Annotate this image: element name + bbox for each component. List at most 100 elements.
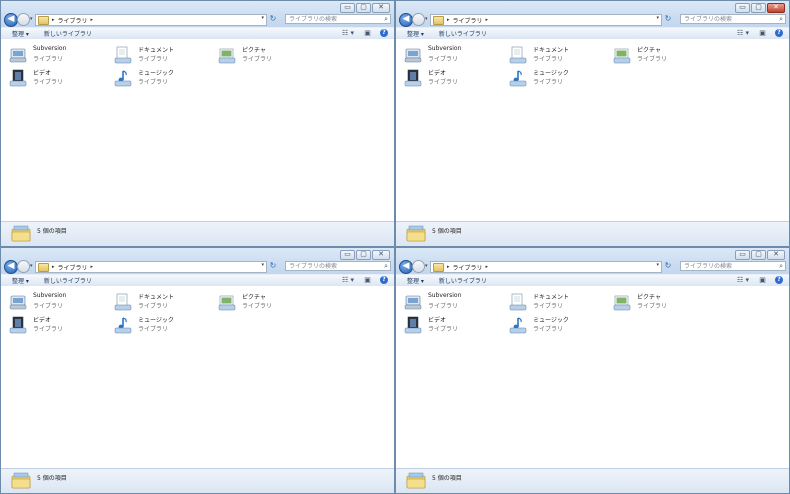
recent-pages-dropdown[interactable]: ▾	[425, 16, 428, 22]
minimize-button[interactable]: ▭	[340, 250, 355, 260]
library-item[interactable]: ピクチャ ライブラリ	[210, 44, 310, 66]
back-button[interactable]: ◀	[4, 13, 18, 27]
search-icon[interactable]: ⌕	[384, 15, 388, 24]
back-button[interactable]: ◀	[399, 260, 413, 274]
library-item[interactable]: ピクチャ ライブラリ	[605, 291, 705, 313]
forward-button[interactable]	[412, 13, 425, 26]
maximize-button[interactable]: ▢	[751, 3, 766, 13]
library-item[interactable]: ピクチャ ライブラリ	[210, 291, 310, 313]
refresh-button[interactable]: ↻	[664, 261, 672, 271]
library-item[interactable]: ビデオ ライブラリ	[396, 67, 496, 89]
organize-button[interactable]: 整理 ▾	[1, 276, 33, 285]
back-button[interactable]: ◀	[399, 13, 413, 27]
library-item[interactable]: ドキュメント ライブラリ	[501, 291, 601, 313]
change-view-icon[interactable]: ☷ ▾	[736, 276, 750, 284]
organize-button[interactable]: 整理 ▾	[1, 29, 33, 38]
library-item[interactable]: ビデオ ライブラリ	[396, 314, 496, 336]
refresh-button[interactable]: ↻	[269, 261, 277, 271]
library-item[interactable]: Subversion ライブラリ	[396, 44, 496, 66]
maximize-button[interactable]: ▢	[356, 250, 371, 260]
organize-button[interactable]: 整理 ▾	[396, 29, 428, 38]
search-input[interactable]: ライブラリの検索 ⌕	[285, 14, 391, 24]
maximize-button[interactable]: ▢	[356, 3, 371, 13]
maximize-button[interactable]: ▢	[751, 250, 766, 260]
address-bar[interactable]: ▸ ライブラリ ▸ ▾	[35, 14, 267, 26]
search-input[interactable]: ライブラリの検索 ⌕	[680, 261, 786, 271]
change-view-icon[interactable]: ☷ ▾	[736, 29, 750, 37]
library-item[interactable]: ドキュメント ライブラリ	[106, 44, 206, 66]
preview-pane-icon[interactable]: ▣	[363, 276, 372, 284]
preview-pane-icon[interactable]: ▣	[758, 29, 767, 37]
new-library-button[interactable]: 新しいライブラリ	[428, 29, 491, 38]
library-item[interactable]: ビデオ ライブラリ	[1, 314, 101, 336]
breadcrumb-separator-icon[interactable]: ▸	[447, 17, 450, 23]
preview-pane-icon[interactable]: ▣	[363, 29, 372, 37]
new-library-button[interactable]: 新しいライブラリ	[33, 276, 96, 285]
minimize-button[interactable]: ▭	[735, 3, 750, 13]
breadcrumb-chevron-icon[interactable]: ▸	[486, 264, 489, 270]
change-view-icon[interactable]: ☷ ▾	[341, 276, 355, 284]
breadcrumb-chevron-icon[interactable]: ▸	[91, 17, 94, 23]
library-item[interactable]: ドキュメント ライブラリ	[106, 291, 206, 313]
breadcrumb-separator-icon[interactable]: ▸	[52, 264, 55, 270]
view-controls: ☷ ▾ ▣ ?	[736, 29, 783, 37]
forward-button[interactable]	[17, 260, 30, 273]
address-dropdown-icon[interactable]: ▾	[261, 262, 264, 268]
library-item[interactable]: ビデオ ライブラリ	[1, 67, 101, 89]
new-library-button[interactable]: 新しいライブラリ	[428, 276, 491, 285]
change-view-icon[interactable]: ☷ ▾	[341, 29, 355, 37]
library-item[interactable]: ミュージック ライブラリ	[501, 67, 601, 89]
close-button[interactable]: ✕	[767, 3, 785, 13]
breadcrumb-libraries[interactable]: ライブラリ	[58, 16, 88, 25]
music-library-icon	[509, 317, 527, 334]
breadcrumb-separator-icon[interactable]: ▸	[447, 264, 450, 270]
search-icon[interactable]: ⌕	[384, 262, 388, 271]
search-icon[interactable]: ⌕	[779, 15, 783, 24]
breadcrumb-libraries[interactable]: ライブラリ	[58, 263, 88, 272]
recent-pages-dropdown[interactable]: ▾	[425, 263, 428, 269]
close-button[interactable]: ✕	[767, 250, 785, 260]
library-item[interactable]: Subversion ライブラリ	[1, 44, 101, 66]
close-button[interactable]: ✕	[372, 250, 390, 260]
address-dropdown-icon[interactable]: ▾	[656, 15, 659, 21]
breadcrumb-libraries[interactable]: ライブラリ	[453, 263, 483, 272]
address-dropdown-icon[interactable]: ▾	[656, 262, 659, 268]
breadcrumb-separator-icon[interactable]: ▸	[52, 17, 55, 23]
library-item[interactable]: ミュージック ライブラリ	[501, 314, 601, 336]
minimize-button[interactable]: ▭	[735, 250, 750, 260]
library-item[interactable]: Subversion ライブラリ	[1, 291, 101, 313]
library-item[interactable]: ドキュメント ライブラリ	[501, 44, 601, 66]
breadcrumb-chevron-icon[interactable]: ▸	[486, 17, 489, 23]
minimize-button[interactable]: ▭	[340, 3, 355, 13]
help-icon[interactable]: ?	[775, 29, 783, 37]
back-button[interactable]: ◀	[4, 260, 18, 274]
preview-pane-icon[interactable]: ▣	[758, 276, 767, 284]
recent-pages-dropdown[interactable]: ▾	[30, 16, 33, 22]
forward-button[interactable]	[412, 260, 425, 273]
address-bar[interactable]: ▸ ライブラリ ▸ ▾	[35, 261, 267, 273]
search-icon[interactable]: ⌕	[779, 262, 783, 271]
refresh-button[interactable]: ↻	[269, 14, 277, 24]
address-bar[interactable]: ▸ ライブラリ ▸ ▾	[430, 14, 662, 26]
breadcrumb-libraries[interactable]: ライブラリ	[453, 16, 483, 25]
library-item[interactable]: ミュージック ライブラリ	[106, 314, 206, 336]
library-item[interactable]: Subversion ライブラリ	[396, 291, 496, 313]
library-name: ドキュメント	[533, 47, 570, 54]
refresh-button[interactable]: ↻	[664, 14, 672, 24]
search-input[interactable]: ライブラリの検索 ⌕	[680, 14, 786, 24]
address-dropdown-icon[interactable]: ▾	[261, 15, 264, 21]
breadcrumb-chevron-icon[interactable]: ▸	[91, 264, 94, 270]
search-placeholder: ライブラリの検索	[289, 263, 338, 270]
recent-pages-dropdown[interactable]: ▾	[30, 263, 33, 269]
close-button[interactable]: ✕	[372, 3, 390, 13]
search-input[interactable]: ライブラリの検索 ⌕	[285, 261, 391, 271]
library-item[interactable]: ピクチャ ライブラリ	[605, 44, 705, 66]
forward-button[interactable]	[17, 13, 30, 26]
library-item[interactable]: ミュージック ライブラリ	[106, 67, 206, 89]
help-icon[interactable]: ?	[380, 276, 388, 284]
help-icon[interactable]: ?	[775, 276, 783, 284]
help-icon[interactable]: ?	[380, 29, 388, 37]
address-bar[interactable]: ▸ ライブラリ ▸ ▾	[430, 261, 662, 273]
new-library-button[interactable]: 新しいライブラリ	[33, 29, 96, 38]
organize-button[interactable]: 整理 ▾	[396, 276, 428, 285]
